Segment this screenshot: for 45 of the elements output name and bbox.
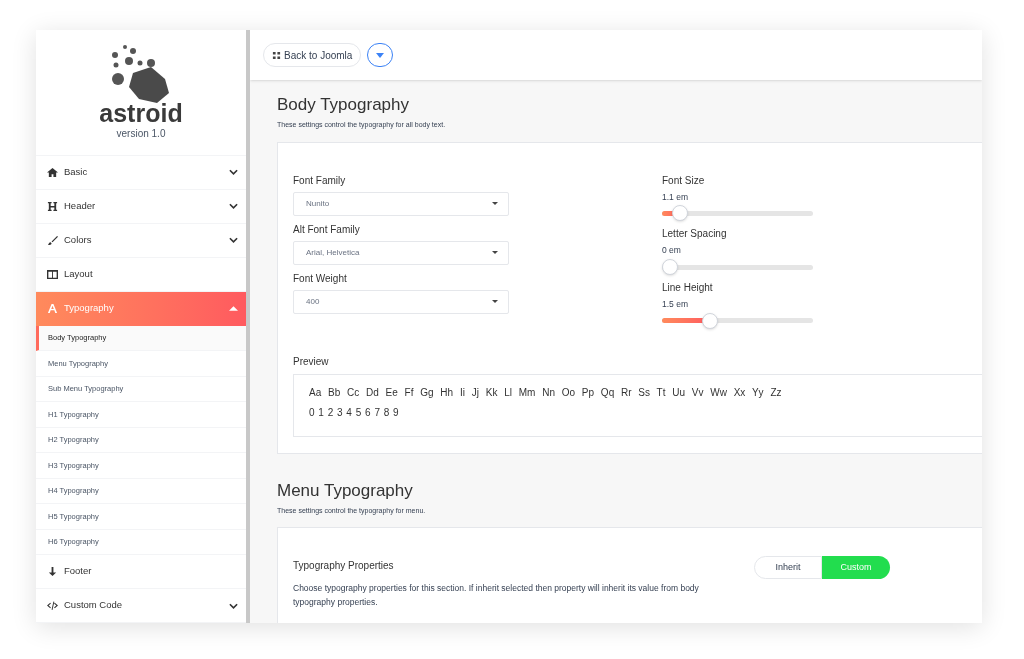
slider-label: Font Size	[662, 173, 706, 187]
slider-reading: 1.5 em	[662, 298, 689, 311]
sidebar-item[interactable]: Layout	[36, 257, 246, 292]
slider-label: Line Height	[662, 281, 714, 294]
section-title: Menu Typography	[277, 479, 414, 502]
field-label: Font Weight	[293, 271, 348, 285]
property-description: Choose typography properties for this section. If inherit selected then property will inherit its value from body typography properties.	[293, 582, 700, 609]
caret-icon	[492, 300, 498, 303]
select-field[interactable]: Nunito	[293, 191, 509, 216]
joomla-icon	[272, 50, 281, 60]
field-label: Font Family	[293, 173, 347, 187]
sidebar-item[interactable]: Footer	[36, 555, 246, 589]
home-icon	[47, 166, 58, 178]
field-label: Alt Font Family	[293, 222, 361, 236]
columns-icon	[47, 268, 58, 280]
preview-letters: Aa Bb Cc Dd Ee Ff Gg Hh Ii Jj Kk Ll Mm Nn Oo Pp Qq Rr Ss Tt Uu Vv Ww Xx Yy Zz	[309, 385, 783, 400]
sidebar-item[interactable]: Header	[36, 189, 246, 224]
typography-icon	[47, 303, 58, 314]
code-icon	[47, 600, 58, 611]
caret-icon	[376, 52, 385, 58]
logo-wordmark: astroid	[99, 101, 183, 127]
sidebar-item[interactable]: Basic	[36, 155, 246, 190]
heading-icon	[47, 200, 58, 212]
property-title: Typography Properties	[293, 559, 395, 573]
slider-thumb[interactable]	[672, 205, 689, 222]
sidebar-item[interactable]: Colors	[36, 223, 246, 258]
select-field[interactable]: 400	[293, 289, 509, 314]
arrow-down-icon	[47, 566, 58, 577]
caret-icon	[492, 251, 498, 254]
slider-thumb[interactable]	[662, 259, 678, 275]
version-label: version 1.0	[116, 127, 166, 142]
slider-reading: 1.1 em	[662, 190, 689, 204]
back-to-joomla-button[interactable]: Back to Joomla	[263, 43, 362, 67]
select-field[interactable]: Arial, Helvetica	[293, 240, 509, 265]
preview-digits: 0 1 2 3 4 5 6 7 8 9	[309, 405, 400, 420]
dropdown-button[interactable]	[367, 43, 394, 67]
slider-thumb[interactable]	[702, 312, 719, 329]
paintbrush-icon	[47, 234, 58, 246]
section-title: Body Typography	[277, 94, 410, 116]
option-toggle[interactable]: Inherit	[754, 556, 822, 579]
slider-label: Letter Spacing	[662, 227, 728, 241]
slider-reading: 0 em	[662, 244, 682, 257]
caret-icon	[492, 202, 498, 205]
sidebar-item[interactable]: Custom Code	[36, 589, 246, 623]
preview-label: Preview	[293, 354, 330, 369]
